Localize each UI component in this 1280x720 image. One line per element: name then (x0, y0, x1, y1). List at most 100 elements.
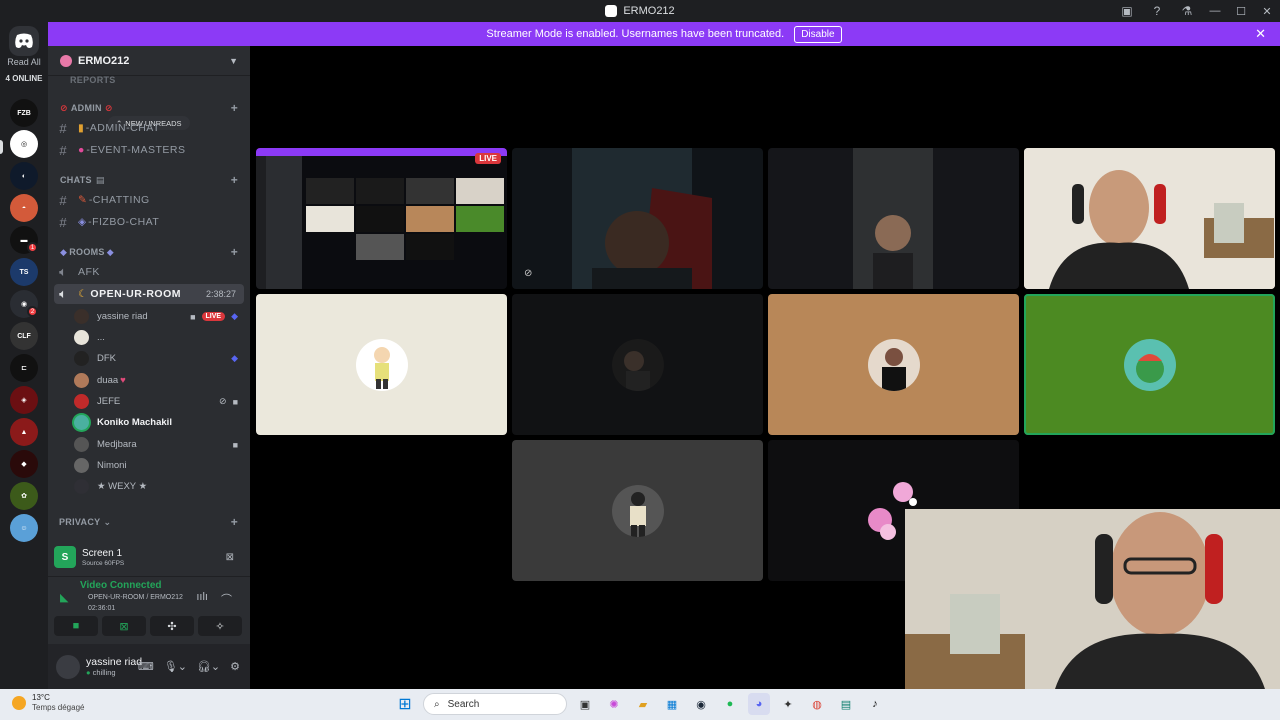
category-admin[interactable]: ⊘ ADMIN ⊘ + (54, 98, 244, 118)
server-11[interactable]: ▲ (10, 418, 38, 446)
settings-gear-icon[interactable]: ⚙ (230, 660, 240, 673)
guild-name: ERMO212 (78, 54, 130, 67)
camera-tile[interactable] (1024, 148, 1275, 289)
avatar-tile[interactable] (768, 294, 1019, 435)
server-3[interactable]: ◐ (10, 162, 38, 190)
category-label: PRIVACY (59, 517, 101, 527)
voice-user[interactable]: JEFE ⊘ ■ (74, 392, 244, 411)
participant-avatar (611, 338, 664, 391)
discord-home-button[interactable] (9, 26, 39, 56)
banner-text: Streamer Mode is enabled. Usernames have… (486, 28, 785, 40)
avatar-tile-speaking[interactable] (1024, 294, 1275, 435)
voice-user[interactable]: Medjbara ■ (74, 435, 244, 454)
read-all-button[interactable]: Read All (0, 57, 48, 67)
disconnect-icon[interactable]: ⌒ (221, 591, 232, 607)
voice-user-speaking[interactable]: Koniko Machakil (74, 413, 244, 432)
voice-status[interactable]: Video Connected (40, 580, 242, 591)
noise-suppression-icon[interactable]: ıılı (196, 591, 208, 603)
guild-header[interactable]: ERMO212 ▼ (48, 46, 250, 76)
user-avatar[interactable] (56, 654, 80, 679)
category-privacy[interactable]: PRIVACY ⌄ + (54, 512, 244, 532)
server-12[interactable]: ◆ (10, 450, 38, 478)
avatar-tile[interactable] (256, 294, 507, 435)
add-channel-icon[interactable]: + (231, 173, 238, 187)
search-label: Search (447, 698, 480, 710)
channel-chatting[interactable]: # ✎ -CHATTING (54, 190, 244, 210)
debug-icon[interactable]: ⚗ (1172, 4, 1202, 18)
store-icon[interactable]: ▦ (661, 693, 683, 715)
help-icon[interactable]: ? (1142, 4, 1172, 18)
no-entry-icon: ⊘ (104, 102, 113, 113)
voice-user[interactable]: yassine riad ■ LIVE ◆ (74, 307, 244, 326)
activities-button[interactable]: ✣ (150, 616, 194, 636)
tiktok-icon[interactable]: ♪ (864, 693, 886, 715)
channel-event-masters[interactable]: # ● -EVENT-MASTERS (54, 140, 244, 160)
server-ts[interactable]: TS (10, 258, 38, 286)
server-10[interactable]: ◈ (10, 386, 38, 414)
chrome-icon[interactable]: ◍ (806, 693, 828, 715)
avatar-tile[interactable] (512, 440, 763, 581)
category-label: ROOMS (69, 247, 105, 257)
headphones-icon[interactable]: 🎧︎⌄ (197, 660, 220, 673)
camera-button[interactable]: ■ (54, 616, 98, 636)
minimize-button[interactable]: — (1202, 5, 1228, 17)
file-explorer-icon[interactable]: ▰ (632, 693, 654, 715)
server-clf[interactable]: CLF (10, 322, 38, 350)
task-view-icon[interactable]: ▣ (574, 693, 596, 715)
participant-avatar (867, 338, 920, 391)
soundboard-button[interactable]: ✧ (198, 616, 242, 636)
discord-taskbar-icon[interactable]: ◕ (748, 693, 770, 715)
disable-streamer-mode-button[interactable]: Disable (794, 25, 842, 43)
voice-user-name: yassine riad (97, 311, 148, 322)
category-rooms[interactable]: ◆ ROOMS ◆ + (54, 242, 244, 262)
avatar (74, 309, 89, 324)
inbox-icon[interactable]: ▣ (1112, 4, 1142, 18)
steam-icon[interactable]: ◉ (690, 693, 712, 715)
channel-fizbo-chat[interactable]: # ◈ -FIZBO-CHAT (54, 212, 244, 232)
close-banner-icon[interactable]: ✕ (1255, 26, 1266, 42)
copilot-icon[interactable]: ✺ (603, 693, 625, 715)
server-ermo212[interactable]: ◎ (10, 130, 38, 158)
voice-user[interactable]: DFK ◆ (74, 349, 244, 368)
app-icon[interactable]: ✦ (777, 693, 799, 715)
screen-share-button[interactable]: ⊠ (102, 616, 146, 636)
taskbar-search[interactable]: ⌕ Search (423, 693, 567, 715)
avatar-tile[interactable] (512, 294, 763, 435)
voice-user[interactable]: ... (74, 328, 244, 347)
no-entry-icon: ⊘ (60, 102, 68, 113)
category-chats[interactable]: CHATS ▤ + (54, 170, 244, 190)
voice-channel-open-ur-room[interactable]: 🔈︎ ☾ OPEN-UR-ROOM 2:38:27 (54, 284, 244, 304)
channel-admin-chat[interactable]: # ▮ -ADMIN-CHAT (54, 118, 244, 138)
voice-user[interactable]: ★ WEXY ★ (74, 477, 244, 496)
add-channel-icon[interactable]: + (231, 515, 238, 529)
add-channel-icon[interactable]: + (231, 101, 238, 115)
stop-share-icon[interactable]: ⊠ (226, 552, 234, 563)
discord-app-icon (605, 5, 618, 17)
server-13[interactable]: ✿ (10, 482, 38, 510)
category-reports[interactable]: REPORTS (54, 76, 244, 90)
voice-user-name: Medjbara (97, 439, 137, 450)
server-fizbo[interactable]: FZB (10, 99, 38, 127)
camera-tile[interactable] (768, 148, 1019, 289)
microphone-icon[interactable]: 🎙︎⌄ (164, 660, 187, 673)
camera-tile[interactable]: ⊘ (512, 148, 763, 289)
streamer-mode-banner: Streamer Mode is enabled. Usernames have… (48, 22, 1280, 46)
close-window-button[interactable]: ✕ (1254, 5, 1280, 18)
voice-user[interactable]: Nimoni (74, 456, 244, 475)
maximize-button[interactable]: ☐ (1228, 5, 1254, 18)
spotify-icon[interactable]: ● (719, 693, 741, 715)
voice-channel-path[interactable]: OPEN-UR-ROOM / ERMO212 (56, 594, 183, 601)
voice-user[interactable]: duaa ♥ (74, 371, 244, 390)
server-4[interactable]: ◓ (10, 194, 38, 222)
window-title: ERMO212 (605, 5, 675, 17)
stream-tile-screen[interactable]: LIVE (256, 148, 507, 289)
server-14[interactable]: ☺ (10, 514, 38, 542)
notepad-icon[interactable]: ▤ (835, 693, 857, 715)
add-channel-icon[interactable]: + (231, 245, 238, 259)
voice-user-name: ★ WEXY ★ (97, 481, 148, 492)
server-9[interactable]: ⊏ (10, 354, 38, 382)
gamepad-icon[interactable]: ⌨ (138, 660, 154, 673)
windows-start-icon[interactable]: ⊞ (394, 693, 416, 715)
voice-channel-afk[interactable]: 🔈︎ AFK (54, 262, 244, 282)
weather-widget[interactable]: 13°C Temps dégagé (12, 693, 84, 712)
